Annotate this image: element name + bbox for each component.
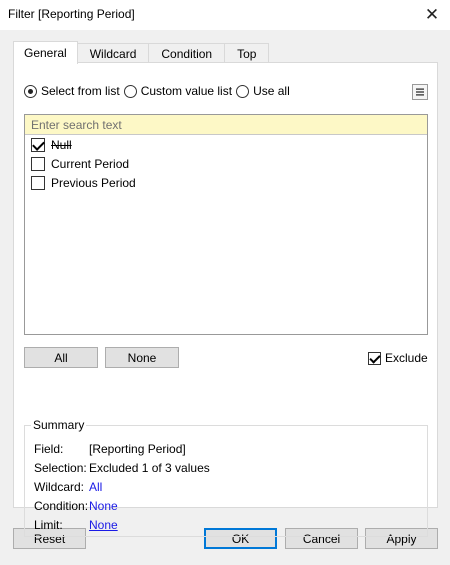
tab-label: Top: [237, 46, 257, 61]
item-checkbox[interactable]: [31, 156, 45, 171]
window-title: Filter [Reporting Period]: [8, 7, 135, 21]
item-label: Null: [51, 137, 72, 152]
item-label: Current Period: [51, 156, 130, 171]
search-input[interactable]: [25, 115, 427, 135]
none-button[interactable]: None: [105, 347, 179, 368]
summary-key: Selection:: [34, 461, 87, 475]
radio-label: Custom value list: [140, 84, 233, 98]
summary-condition-row: Condition: None: [34, 499, 118, 513]
summary-wildcard-row: Wildcard: All: [34, 480, 102, 494]
dialog-body: General Wildcard Condition Top Select fr…: [0, 30, 450, 565]
radio-label: Use all: [253, 84, 290, 98]
exclude-label: Exclude: [385, 351, 428, 365]
tab-label: Wildcard: [89, 46, 137, 61]
radio-indicator: [24, 84, 37, 98]
item-checkbox[interactable]: [31, 137, 45, 152]
select-from-list-radio[interactable]: Select from list: [24, 84, 120, 98]
summary-value: [Reporting Period]: [89, 442, 186, 456]
summary-group: Summary Field: [Reporting Period] Select…: [24, 418, 428, 537]
tab-general[interactable]: General: [13, 41, 78, 64]
list-item[interactable]: Null: [25, 135, 427, 154]
values-list: Null Current Period Previous Period: [24, 114, 428, 335]
item-label: Previous Period: [51, 175, 136, 190]
summary-selection-row: Selection: Excluded 1 of 3 values: [34, 461, 210, 475]
summary-key: Limit:: [34, 518, 63, 532]
limit-link[interactable]: None: [89, 518, 118, 532]
tab-label: Condition: [161, 46, 213, 61]
all-button[interactable]: All: [24, 347, 98, 368]
selection-mode-group: Select from list Custom value list Use a…: [24, 84, 294, 98]
close-icon[interactable]: ✕: [416, 0, 448, 30]
summary-limit-row: Limit: None: [34, 518, 118, 532]
summary-key: Field:: [34, 442, 64, 456]
use-all-radio[interactable]: Use all: [236, 84, 290, 98]
tab-wildcard[interactable]: Wildcard: [76, 43, 150, 63]
exclude-checkbox[interactable]: Exclude: [368, 351, 428, 365]
radio-indicator: [236, 84, 250, 98]
item-checkbox[interactable]: [31, 175, 45, 190]
list-menu-icon[interactable]: [412, 84, 428, 100]
title-bar: Filter [Reporting Period] ✕: [0, 0, 450, 30]
general-panel: Select from list Custom value list Use a…: [13, 62, 438, 537]
summary-value: Excluded 1 of 3 values: [89, 461, 210, 475]
exclude-checkbox-box[interactable]: [368, 351, 381, 365]
tab-condition[interactable]: Condition: [148, 43, 226, 63]
condition-value: None: [89, 499, 118, 513]
summary-title: Summary: [31, 418, 87, 432]
summary-key: Condition:: [34, 499, 89, 513]
summary-field-row: Field: [Reporting Period]: [34, 442, 186, 456]
radio-indicator: [123, 84, 137, 98]
custom-value-list-radio[interactable]: Custom value list: [123, 84, 233, 98]
tab-label: General: [24, 46, 67, 60]
summary-key: Wildcard:: [34, 480, 85, 494]
list-item[interactable]: Current Period: [25, 154, 427, 173]
hamburger-icon: [416, 88, 424, 96]
wildcard-value: All: [89, 480, 103, 494]
tab-strip: General Wildcard Condition Top: [13, 41, 270, 64]
list-item[interactable]: Previous Period: [25, 173, 427, 192]
tab-top[interactable]: Top: [224, 43, 270, 63]
radio-label: Select from list: [41, 84, 120, 98]
